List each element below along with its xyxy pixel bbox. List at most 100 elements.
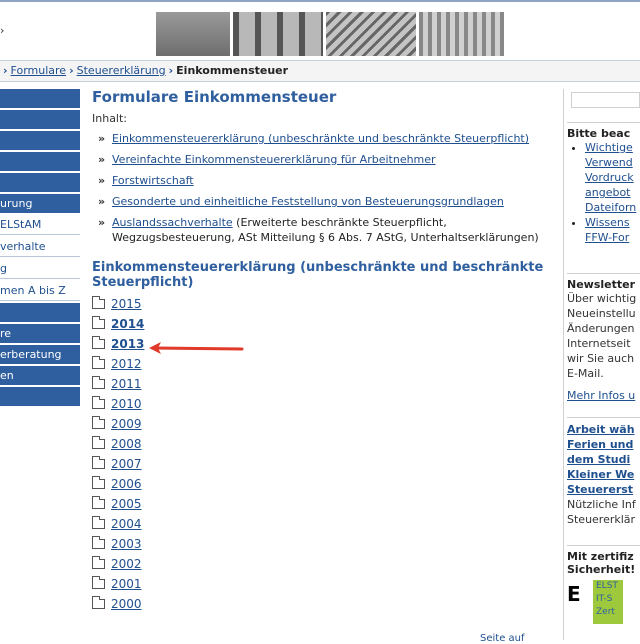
sidebar-item[interactable]: re xyxy=(0,324,80,343)
notice-link-line[interactable]: FFW-For xyxy=(585,230,640,245)
year-link[interactable]: 2009 xyxy=(111,417,142,431)
notice-link-line[interactable]: Verwend xyxy=(585,155,640,170)
breadcrumb-separator: › xyxy=(3,64,8,77)
year-folder-item: 2007 xyxy=(92,454,552,474)
sidebar-item[interactable] xyxy=(0,89,80,108)
footer-partial-link[interactable]: Seite auf xyxy=(480,633,525,644)
year-folder-item: 2009 xyxy=(92,414,552,434)
teaser-link-line[interactable]: Kleiner We xyxy=(567,467,640,482)
elster-seal[interactable]: ELST IT-S Zert xyxy=(593,580,623,624)
year-link[interactable]: 2013 xyxy=(111,337,144,351)
notice-box: Bitte beac WichtigeVerwendVordruckangebo… xyxy=(567,122,640,245)
sidebar-item[interactable]: erberatung xyxy=(0,345,80,364)
sidebar-item[interactable] xyxy=(0,173,80,192)
year-folder-item: 2012 xyxy=(92,354,552,374)
notice-item: WichtigeVerwendVordruckangebotDateiforn xyxy=(585,140,640,215)
notice-title: Bitte beac xyxy=(567,127,631,140)
folder-icon xyxy=(92,316,105,329)
notice-link-line[interactable]: Vordruck xyxy=(585,170,640,185)
folder-icon xyxy=(92,376,105,389)
year-link[interactable]: 2015 xyxy=(111,297,142,311)
sidebar-item[interactable]: men A bis Z xyxy=(0,281,80,301)
notice-link-line[interactable]: Wichtige xyxy=(585,140,640,155)
notice-link-line[interactable]: angebot xyxy=(585,185,640,200)
newsletter-text: Über wichtig Neueinstellu Änderungen Intern… xyxy=(567,291,640,381)
folder-icon xyxy=(92,396,105,409)
folder-icon xyxy=(92,476,105,489)
year-link[interactable]: 2011 xyxy=(111,377,142,391)
arrow-shaft xyxy=(152,346,244,351)
sidebar-item[interactable]: g xyxy=(0,259,80,279)
newsletter-title: Newsletter xyxy=(567,278,636,291)
year-link[interactable]: 2012 xyxy=(111,357,142,371)
year-link[interactable]: 2005 xyxy=(111,497,142,511)
year-folder-item: 2003 xyxy=(92,534,552,554)
year-link[interactable]: 2001 xyxy=(111,577,142,591)
seal-line-1: ELST xyxy=(596,581,618,591)
folder-icon xyxy=(92,436,105,449)
red-arrow-annotation xyxy=(149,342,244,354)
contents-link[interactable]: Einkommensteuererklärung (unbeschränkte … xyxy=(112,132,529,145)
year-link[interactable]: 2010 xyxy=(111,397,142,411)
year-folder-item: 2005 xyxy=(92,494,552,514)
year-link[interactable]: 2006 xyxy=(111,477,142,491)
contents-link[interactable]: Gesonderte und einheitliche Feststellung… xyxy=(112,195,504,208)
contents-link[interactable]: Vereinfachte Einkommensteuererklärung fü… xyxy=(112,153,436,166)
newsletter-line: Änderungen xyxy=(567,322,635,335)
certificate-title-line-2: Sicherheit! xyxy=(567,563,636,576)
year-folder-item: 2015 xyxy=(92,294,552,314)
sidebar-item[interactable]: en xyxy=(0,366,80,385)
year-link[interactable]: 2002 xyxy=(111,557,142,571)
notice-list: WichtigeVerwendVordruckangebotDateifornW… xyxy=(567,140,640,245)
teaser-link-line[interactable]: Ferien und xyxy=(567,437,640,452)
contents-list: Einkommensteuererklärung (unbeschränkte … xyxy=(92,131,552,245)
teaser-links: Arbeit wäh Ferien und dem Studi Kleiner We S… xyxy=(567,422,640,497)
contents-link[interactable]: Forstwirtschaft xyxy=(112,174,194,187)
seal-line-2: IT-S xyxy=(596,594,613,604)
teaser-link-line[interactable]: dem Studi xyxy=(567,452,640,467)
year-link[interactable]: 2014 xyxy=(111,317,144,331)
breadcrumb-formulare[interactable]: Formulare xyxy=(11,64,67,77)
notice-link-line[interactable]: Dateiforn xyxy=(585,200,640,215)
logo-chevron: › xyxy=(0,24,5,37)
newsletter-more-link[interactable]: Mehr Infos u xyxy=(567,388,640,403)
year-link[interactable]: 2008 xyxy=(111,437,142,451)
certificate-title-line-1: Mit zertifiz xyxy=(567,550,634,563)
sidebar-item[interactable] xyxy=(0,152,80,171)
breadcrumb-steuererklaerung[interactable]: Steuererklärung xyxy=(77,64,166,77)
year-folder-item: 2001 xyxy=(92,574,552,594)
sidebar-item[interactable] xyxy=(0,387,80,406)
sidebar-item[interactable] xyxy=(0,110,80,129)
year-link[interactable]: 2003 xyxy=(111,537,142,551)
sidebar-item[interactable]: urung xyxy=(0,194,80,213)
search-field[interactable] xyxy=(571,92,640,108)
certificate-box: Mit zertifiz Sicherheit! E ELST IT-S Zer… xyxy=(567,545,640,624)
left-navigation: urung ELStAM verhalte g men A bis Z re erberat… xyxy=(0,89,80,408)
teaser-link-line[interactable]: Steuererst xyxy=(567,482,640,497)
folder-icon xyxy=(92,356,105,369)
breadcrumb-current: Einkommensteuer xyxy=(176,64,289,77)
folder-icon xyxy=(92,456,105,469)
newsletter-line: Internetseit xyxy=(567,337,631,350)
sidebar-item[interactable]: verhalte xyxy=(0,237,80,257)
year-folder-item: 2011 xyxy=(92,374,552,394)
newsletter-box: Newsletter Über wichtig Neueinstellu Änder… xyxy=(567,273,640,403)
year-link[interactable]: 2004 xyxy=(111,517,142,531)
year-link[interactable]: 2000 xyxy=(111,597,142,611)
breadcrumb-separator: › xyxy=(168,64,174,77)
contents-link[interactable]: Auslandssachverhalte xyxy=(112,216,233,229)
contents-item: Gesonderte und einheitliche Feststellung… xyxy=(92,194,552,209)
sidebar-item[interactable] xyxy=(0,303,80,322)
contents-item: Auslandssachverhalte (Erweiterte beschrä… xyxy=(92,215,552,245)
folder-icon xyxy=(92,536,105,549)
folder-icon xyxy=(92,556,105,569)
notice-link-line[interactable]: Wissens xyxy=(585,215,640,230)
teaser-link-line[interactable]: Arbeit wäh xyxy=(567,422,640,437)
right-column-divider xyxy=(563,89,564,640)
year-link[interactable]: 2007 xyxy=(111,457,142,471)
sidebar-item[interactable] xyxy=(0,131,80,150)
folder-icon xyxy=(92,336,105,349)
sidebar-item[interactable]: ELStAM xyxy=(0,215,80,235)
folder-icon xyxy=(92,576,105,589)
year-folder-item: 2002 xyxy=(92,554,552,574)
